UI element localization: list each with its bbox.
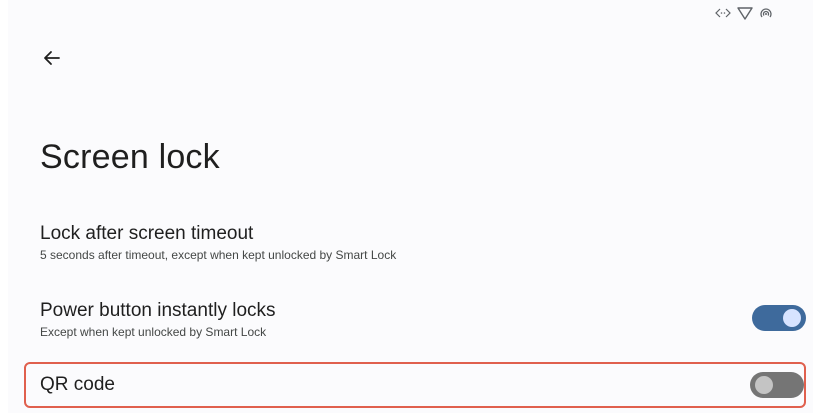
toggle-thumb xyxy=(783,309,801,327)
toggle-thumb xyxy=(755,376,773,394)
data-arrows-icon xyxy=(715,7,731,19)
qr-code-toggle[interactable] xyxy=(750,372,804,398)
arrow-back-icon xyxy=(43,49,61,72)
hotspot-icon xyxy=(759,6,773,20)
back-button[interactable] xyxy=(36,44,68,76)
power-button-locks-toggle[interactable] xyxy=(752,305,806,331)
setting-summary: Except when kept unlocked by Smart Lock xyxy=(40,325,267,339)
setting-title: Power button instantly locks xyxy=(40,300,276,321)
wifi-icon xyxy=(737,6,753,20)
power-button-locks-setting[interactable]: Power button instantly locks Except when… xyxy=(24,299,806,345)
settings-screen: Screen lock Lock after screen timeout 5 … xyxy=(0,0,813,413)
page-title: Screen lock xyxy=(40,138,220,176)
setting-title: QR code xyxy=(40,374,115,395)
setting-summary: 5 seconds after timeout, except when kep… xyxy=(40,248,397,262)
lock-after-timeout-setting[interactable]: Lock after screen timeout 5 seconds afte… xyxy=(24,222,806,268)
qr-code-setting[interactable]: QR code xyxy=(24,362,806,408)
setting-title: Lock after screen timeout xyxy=(40,223,254,244)
status-bar xyxy=(715,6,773,20)
